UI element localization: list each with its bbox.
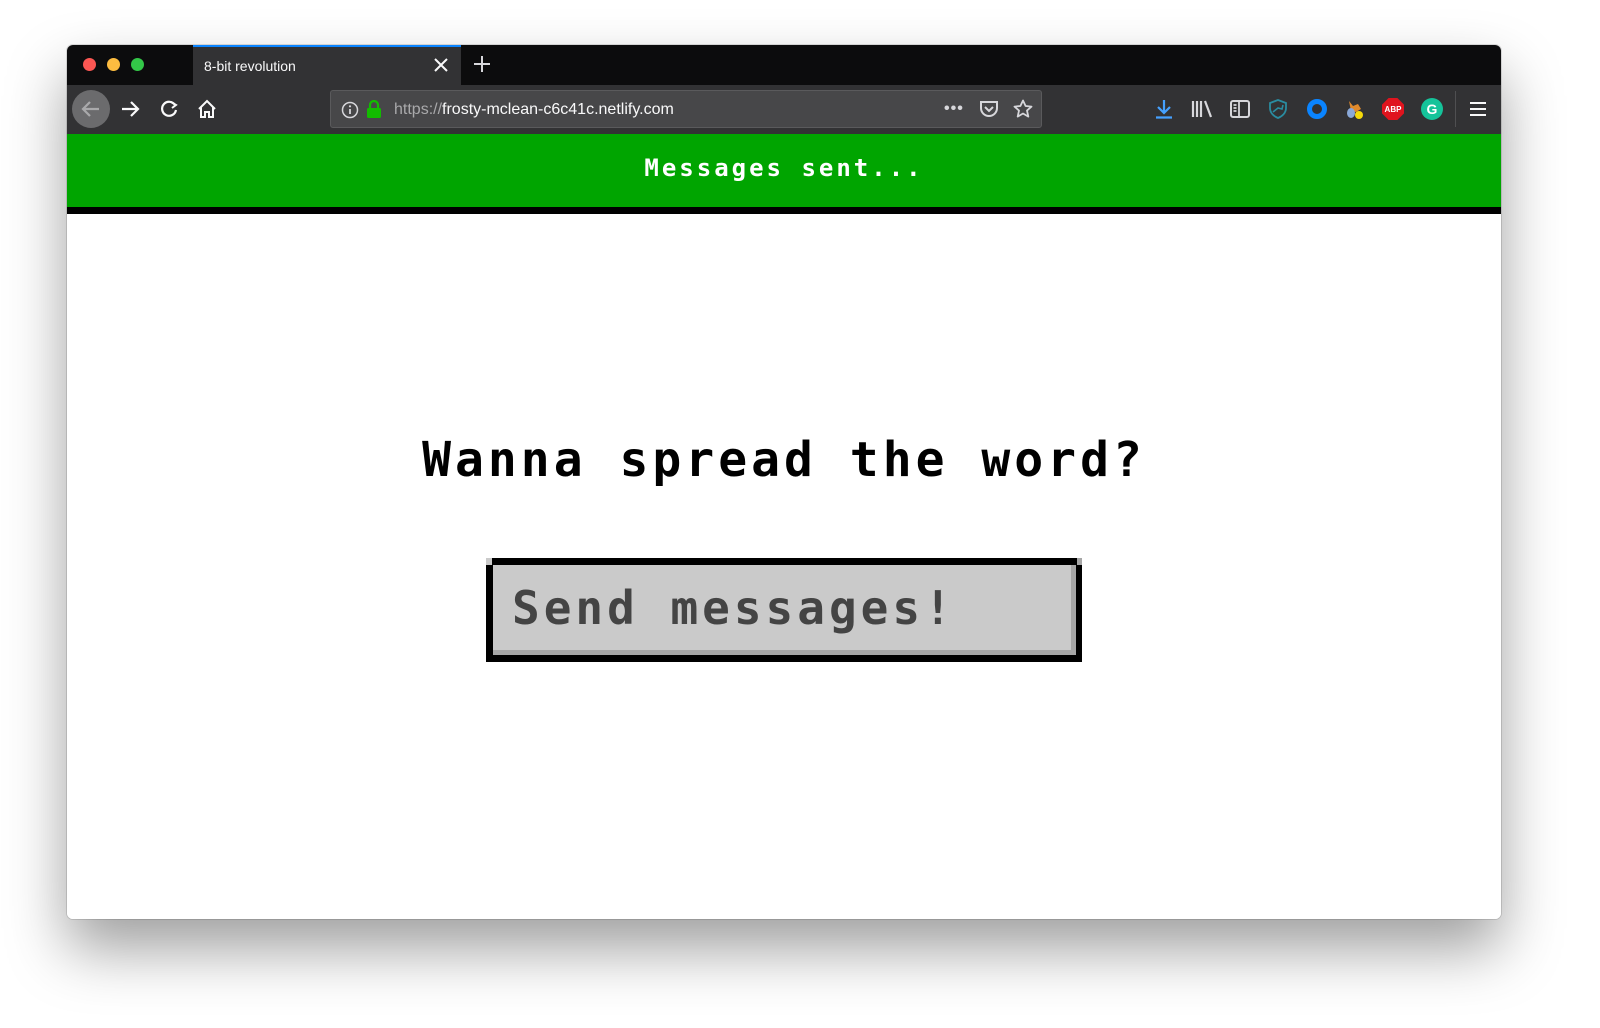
url-host: frosty-mclean-c6c41c.netlify.com [442, 101, 674, 118]
abp-label: ABP [1382, 98, 1404, 120]
library-icon[interactable] [1189, 96, 1215, 122]
arrow-left-icon [81, 101, 99, 117]
shield-icon[interactable] [1265, 96, 1291, 122]
url-text[interactable]: https://frosty-mclean-c6c41c.netlify.com [394, 101, 674, 119]
lock-icon[interactable] [366, 99, 382, 124]
circle-extension-icon[interactable] [1304, 96, 1330, 122]
button-border-bottom [493, 655, 1077, 662]
home-icon [198, 99, 216, 118]
back-button[interactable] [72, 90, 110, 128]
page-actions-button[interactable]: ••• [944, 100, 964, 118]
url-scheme: https:// [394, 101, 443, 118]
status-banner-text: Messages sent... [644, 153, 924, 182]
url-bar[interactable]: https://frosty-mclean-c6c41c.netlify.com… [330, 90, 1042, 128]
plus-icon[interactable] [470, 51, 494, 77]
close-window-button[interactable] [83, 58, 96, 71]
adblock-plus-icon[interactable]: ABP [1380, 96, 1406, 122]
sidebar-icon[interactable] [1227, 96, 1253, 122]
minimize-window-button[interactable] [107, 58, 120, 71]
button-border-right [1076, 565, 1082, 662]
navigation-toolbar: https://frosty-mclean-c6c41c.netlify.com… [67, 85, 1501, 134]
send-messages-label: Send messages! [512, 581, 956, 635]
page-content: Messages sent... Wanna spread the word? … [67, 134, 1501, 919]
status-banner: Messages sent... [67, 134, 1501, 214]
toolbar-divider [1455, 91, 1456, 127]
grammarly-label: G [1421, 98, 1443, 120]
button-shadow-bottom [493, 650, 1076, 655]
info-icon[interactable] [341, 101, 359, 124]
forward-button[interactable] [112, 91, 148, 127]
pocket-icon[interactable] [979, 99, 999, 124]
button-border-left [486, 565, 493, 662]
reload-button[interactable] [151, 91, 187, 127]
grammarly-icon[interactable]: G [1419, 96, 1445, 122]
zoom-window-button[interactable] [131, 58, 144, 71]
reload-icon [161, 100, 178, 117]
fox-extension-icon[interactable] [1342, 96, 1368, 122]
home-button[interactable] [189, 91, 225, 127]
close-icon[interactable] [431, 56, 451, 76]
button-shadow-right [1071, 565, 1076, 655]
arrow-right-icon [122, 101, 140, 117]
send-messages-button[interactable]: Send messages! [486, 558, 1082, 662]
browser-window: 8-bit revolution https://frosty-mclean-c… [67, 45, 1501, 919]
tab-title: 8-bit revolution [204, 58, 296, 74]
tab-8-bit-revolution[interactable]: 8-bit revolution [193, 45, 461, 85]
tab-strip: 8-bit revolution [67, 45, 1501, 85]
download-icon[interactable] [1151, 96, 1177, 122]
star-icon[interactable] [1013, 99, 1033, 124]
hamburger-menu-icon[interactable] [1465, 96, 1491, 122]
page-headline: Wanna spread the word? [422, 432, 1146, 488]
